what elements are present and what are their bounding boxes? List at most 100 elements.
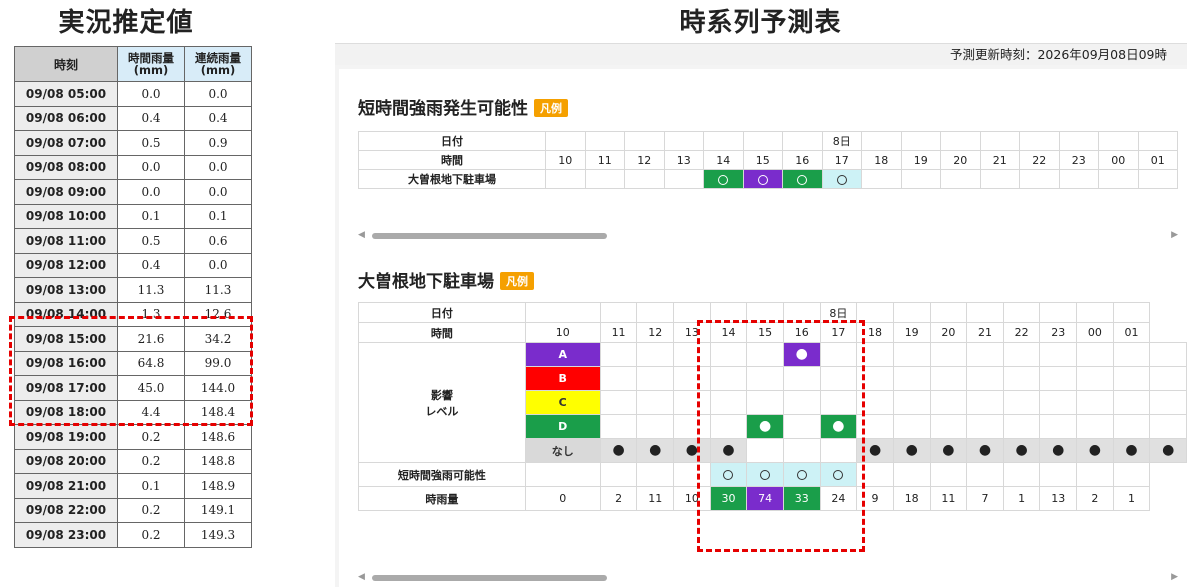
- cumulative-rain-cell: 0.0: [184, 252, 252, 278]
- hourly-rain-cell: 0.2: [117, 424, 185, 450]
- cumulative-rain-cell: 0.0: [184, 154, 252, 180]
- scroll-thumb[interactable]: [372, 575, 607, 581]
- date-cell: [1019, 131, 1060, 151]
- scrollbar-1[interactable]: ◀ ▶: [358, 230, 1178, 242]
- possibility-cell: [819, 462, 858, 487]
- hourly-rain-cell: 0.0: [117, 154, 185, 180]
- legend-button-2[interactable]: 凡例: [500, 272, 534, 290]
- table-row: 09/08 07:00 0.5 0.9: [14, 130, 252, 156]
- col-header-time: 時刻: [14, 46, 118, 82]
- hourly-rain-cell: 0.2: [117, 497, 185, 523]
- time-cell: 09/08 08:00: [14, 154, 118, 180]
- level-cell: [856, 390, 894, 415]
- cumulative-rain-cell: 149.3: [184, 522, 252, 548]
- level-cell: [1039, 366, 1078, 391]
- time-cell: 09/08 16:00: [14, 350, 118, 376]
- possibility-cell: [861, 169, 902, 189]
- level-cell: ●: [1112, 438, 1151, 463]
- scrollbar-2[interactable]: ◀ ▶: [358, 572, 1178, 584]
- hour-cell: 13: [663, 150, 704, 170]
- date-value: 8日: [821, 131, 862, 151]
- table-row: 09/08 22:00 0.2 149.1: [14, 497, 252, 523]
- level-cell: [1149, 414, 1187, 439]
- possibility-cell: [1019, 169, 1060, 189]
- level-cell: [709, 414, 748, 439]
- rain-cell: 2: [1076, 486, 1114, 511]
- dot-icon: ●: [685, 442, 698, 458]
- scroll-right-icon[interactable]: ▶: [1171, 230, 1178, 240]
- scroll-left-icon[interactable]: ◀: [358, 230, 365, 240]
- time-cell: 09/08 20:00: [14, 448, 118, 474]
- date-cell: [940, 131, 981, 151]
- level-cell: [856, 366, 894, 391]
- rain-cell: 11: [636, 486, 675, 511]
- hourly-rain-cell: 0.2: [117, 522, 185, 548]
- dot-icon: ●: [942, 442, 955, 458]
- hourly-rain-cell: 11.3: [117, 277, 185, 303]
- date-cell: [1039, 302, 1078, 323]
- level-cell: ●: [709, 438, 748, 463]
- table-row: 09/08 14:00 1.3 12.6: [14, 301, 252, 327]
- level-cell: ●: [599, 438, 638, 463]
- possibility-cell: [703, 169, 744, 189]
- hourly-rain-cell: 0.5: [117, 130, 185, 156]
- possibility-cell: [584, 169, 625, 189]
- hourly-rain-cell: 0.2: [117, 448, 185, 474]
- level-cell: [782, 390, 821, 415]
- level-cell: [892, 414, 931, 439]
- hour-cell: 14: [703, 150, 744, 170]
- hour-cell: 23: [1058, 150, 1099, 170]
- date-cell: [709, 302, 748, 323]
- possibility-cell: [966, 462, 1004, 487]
- level-cell: [636, 366, 675, 391]
- level-cell: ●: [782, 342, 821, 367]
- date-cell: [782, 131, 823, 151]
- scroll-thumb[interactable]: [372, 233, 607, 239]
- legend-button[interactable]: 凡例: [534, 99, 568, 117]
- possibility-cell: [1076, 462, 1114, 487]
- level-cell: [892, 366, 931, 391]
- table-row: 09/08 05:00 0.0 0.0: [14, 81, 252, 107]
- date-cell: [703, 131, 744, 151]
- level-cell: ●: [636, 438, 675, 463]
- hour-cell: 01: [1137, 150, 1178, 170]
- level-cell: [673, 366, 711, 391]
- date-row: 日付 8日: [358, 302, 1187, 323]
- possibility-cell: [1112, 462, 1151, 487]
- hourly-rain-cell: 0.4: [117, 105, 185, 131]
- rain-cell: 74: [746, 486, 784, 511]
- cumulative-rain-cell: 0.9: [184, 130, 252, 156]
- time-cell: 09/08 06:00: [14, 105, 118, 131]
- hour-cell: 21: [966, 322, 1004, 343]
- table-row: 09/08 09:00 0.0 0.0: [14, 179, 252, 205]
- circle-icon: [796, 470, 807, 480]
- date-cell: [892, 302, 931, 323]
- hour-cell: 10: [545, 150, 586, 170]
- rain-cell: 18: [892, 486, 931, 511]
- date-cell: [742, 131, 783, 151]
- dot-icon: ●: [612, 442, 625, 458]
- level-cell: [1002, 414, 1041, 439]
- dot-icon: ●: [1015, 442, 1028, 458]
- dot-icon: ●: [722, 442, 735, 458]
- hour-cell: 17: [821, 150, 862, 170]
- update-time: 予測更新時刻：2026年09月08日09時: [335, 43, 1187, 65]
- cumulative-rain-cell: 0.6: [184, 228, 252, 254]
- hour-cell: 11: [584, 150, 625, 170]
- level-cell: ●: [856, 438, 894, 463]
- hour-cell: 00: [1076, 322, 1114, 343]
- level-cell: [1149, 390, 1187, 415]
- date-value: 8日: [819, 302, 858, 323]
- scroll-right-icon[interactable]: ▶: [1171, 572, 1178, 582]
- possibility-cell: [782, 169, 823, 189]
- location-label: 大曽根地下駐車場: [358, 169, 546, 189]
- level-cell: [673, 390, 711, 415]
- circle-icon: [757, 174, 768, 185]
- date-cell: [1002, 302, 1041, 323]
- level-cell: [1039, 390, 1078, 415]
- level-name: C: [524, 390, 601, 415]
- scroll-left-icon[interactable]: ◀: [358, 572, 365, 582]
- date-cell: [545, 131, 586, 151]
- time-cell: 09/08 05:00: [14, 81, 118, 107]
- hour-cell: 12: [624, 150, 665, 170]
